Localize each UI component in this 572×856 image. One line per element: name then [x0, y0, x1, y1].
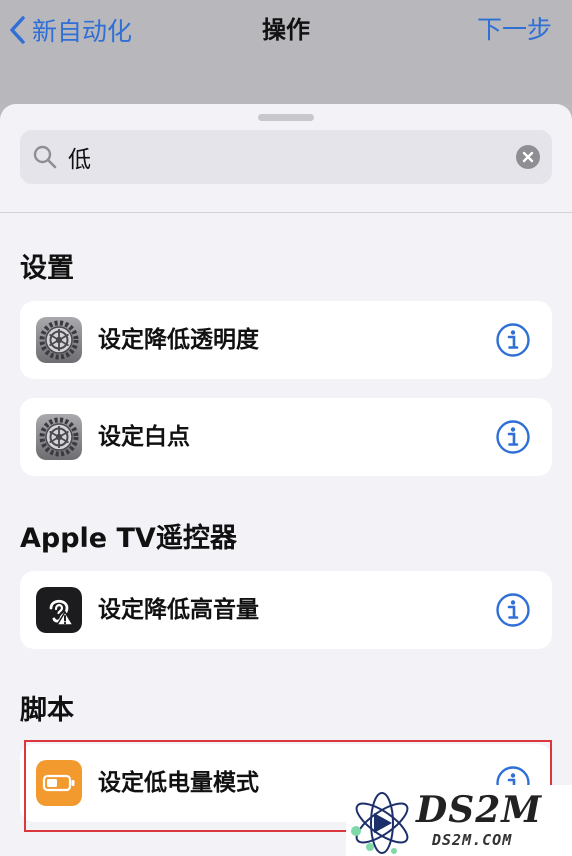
search-icon — [33, 145, 57, 169]
ear-warning-icon — [36, 587, 82, 633]
actions-sheet: 设置 设定降低透明度 — [0, 104, 572, 856]
sheet-grabber[interactable] — [258, 114, 314, 121]
action-label: 设定降低高音量 — [98, 597, 259, 623]
next-button[interactable]: 下一步 — [477, 12, 552, 48]
clear-search-button[interactable] — [516, 145, 540, 169]
atom-logo-icon — [351, 792, 409, 854]
action-row-reduce-transparency[interactable]: 设定降低透明度 — [20, 301, 552, 379]
divider — [0, 212, 572, 213]
info-icon[interactable] — [496, 420, 530, 454]
navigation-bar: 新自动化 操作 下一步 — [0, 0, 572, 104]
info-icon[interactable] — [496, 323, 530, 357]
watermark-url: DS2M.COM — [432, 831, 513, 849]
settings-gear-icon — [36, 414, 82, 460]
section-title-scripting: 脚本 — [20, 695, 74, 726]
section-title-apple-tv-remote: Apple TV遥控器 — [20, 523, 237, 554]
section-title-settings: 设置 — [20, 253, 74, 284]
action-row-white-point[interactable]: 设定白点 — [20, 398, 552, 476]
watermark: DS2M DS2M.COM — [346, 785, 572, 856]
action-label: 设定白点 — [98, 424, 190, 450]
info-icon[interactable] — [496, 593, 530, 627]
action-label: 设定降低透明度 — [98, 327, 259, 353]
watermark-text: DS2M — [416, 789, 543, 831]
close-icon — [522, 151, 534, 163]
action-row-reduce-loud-audio[interactable]: 设定降低高音量 — [20, 571, 552, 649]
search-input[interactable] — [68, 140, 488, 174]
settings-gear-icon — [36, 317, 82, 363]
search-bar[interactable] — [20, 130, 552, 184]
